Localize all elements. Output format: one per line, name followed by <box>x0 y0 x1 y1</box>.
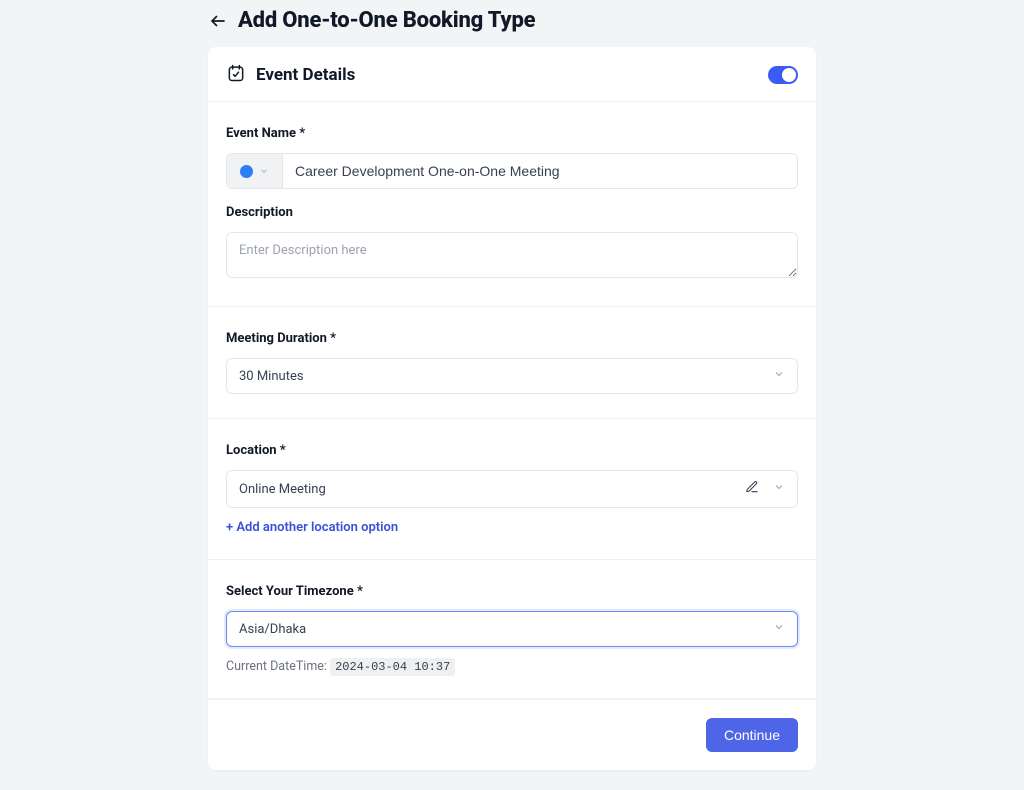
duration-select[interactable]: 30 Minutes <box>226 358 798 394</box>
add-location-link[interactable]: + Add another location option <box>226 520 398 535</box>
current-datetime-label: Current DateTime: <box>226 659 327 674</box>
location-label: Location * <box>226 443 798 458</box>
color-dot-icon <box>240 165 253 178</box>
section-title: Event Details <box>256 65 355 85</box>
chevron-down-icon <box>773 621 785 637</box>
current-datetime-value: 2024-03-04 10:37 <box>330 658 455 676</box>
chevron-down-icon <box>773 368 785 384</box>
event-color-picker[interactable] <box>227 154 283 188</box>
duration-value: 30 Minutes <box>239 369 304 384</box>
location-select[interactable]: Online Meeting <box>226 470 798 508</box>
event-name-label: Event Name * <box>226 126 798 141</box>
location-value: Online Meeting <box>239 482 326 497</box>
event-details-icon <box>226 63 246 87</box>
timezone-label: Select Your Timezone * <box>226 584 798 599</box>
continue-button[interactable]: Continue <box>706 718 798 752</box>
timezone-value: Asia/Dhaka <box>239 622 306 637</box>
event-name-input[interactable] <box>283 154 797 188</box>
timezone-select[interactable]: Asia/Dhaka <box>226 611 798 647</box>
description-textarea[interactable] <box>226 232 798 278</box>
edit-icon[interactable] <box>745 480 759 498</box>
back-button[interactable] <box>208 11 228 31</box>
event-details-toggle[interactable] <box>768 66 798 84</box>
chevron-down-icon <box>259 166 269 176</box>
chevron-down-icon <box>773 481 785 497</box>
page-title: Add One-to-One Booking Type <box>238 8 535 33</box>
duration-label: Meeting Duration * <box>226 331 798 346</box>
description-label: Description <box>226 205 798 220</box>
